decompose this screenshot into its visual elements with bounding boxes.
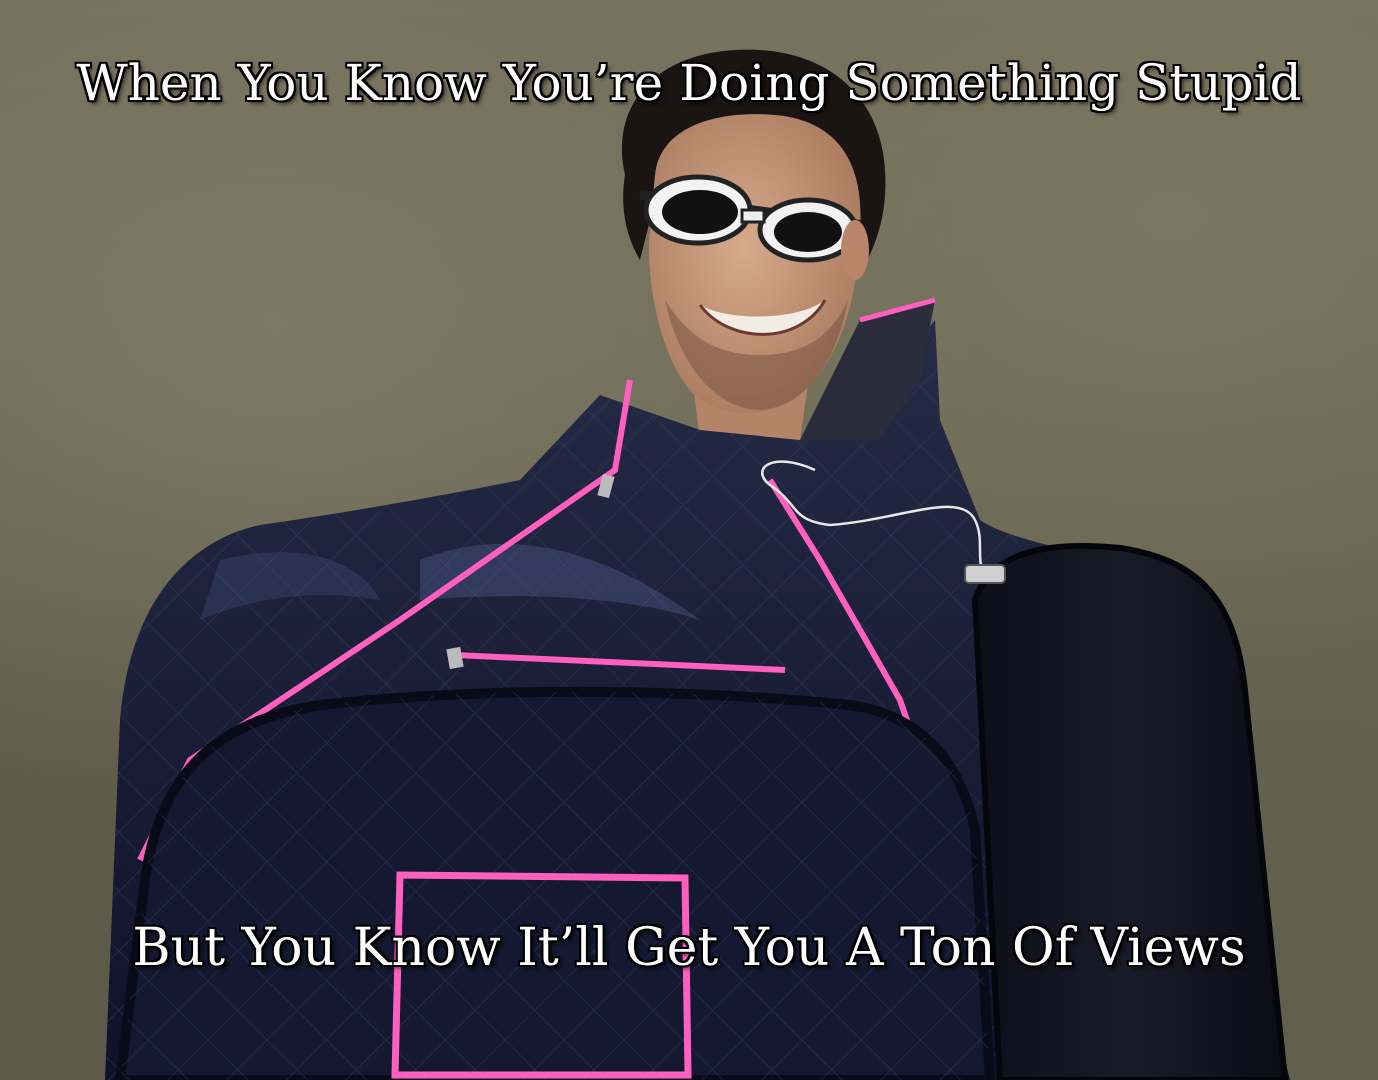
meme-bottom-caption: But You Know It’ll Get You A Ton Of View… (132, 918, 1246, 978)
meme-top-caption: When You Know You’re Doing Something Stu… (76, 54, 1302, 112)
tent-side-panel (971, 543, 1289, 1080)
meme-image: When You Know You’re Doing Something Stu… (0, 0, 1378, 1080)
ear (841, 220, 869, 280)
